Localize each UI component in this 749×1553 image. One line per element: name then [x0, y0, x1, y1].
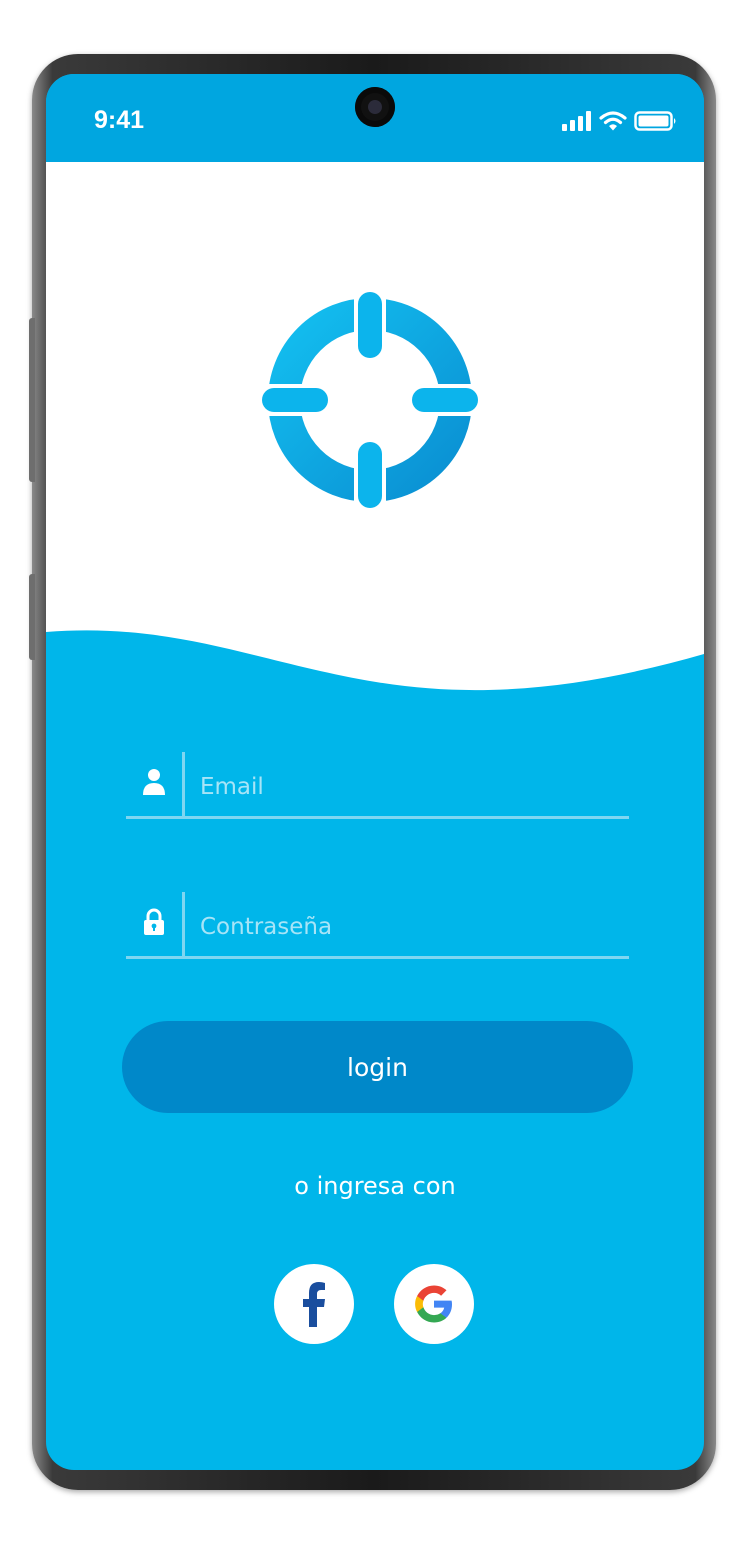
- facebook-icon: [303, 1282, 325, 1327]
- facebook-button[interactable]: [274, 1264, 354, 1344]
- email-divider: [182, 752, 185, 816]
- alt-login-label: o ingresa con: [294, 1172, 456, 1200]
- password-divider: [182, 892, 185, 956]
- password-input[interactable]: [198, 906, 622, 948]
- battery-icon: [634, 111, 676, 131]
- google-button[interactable]: [394, 1264, 474, 1344]
- login-button[interactable]: login: [122, 1021, 633, 1113]
- wifi-icon: [599, 111, 627, 131]
- power-button: [29, 574, 35, 660]
- volume-button: [29, 318, 35, 482]
- app-screen: 9:41 Email login o ingresa con: [46, 74, 704, 1470]
- status-icons: [562, 111, 678, 131]
- email-field: [126, 752, 629, 819]
- crosshair-logo-icon: [262, 292, 478, 508]
- front-camera: [355, 87, 395, 127]
- lock-icon: [144, 908, 164, 935]
- email-input[interactable]: [198, 766, 622, 808]
- google-icon: [415, 1285, 452, 1323]
- signal-icon: [562, 111, 591, 131]
- user-icon: [143, 769, 165, 795]
- password-field: [126, 892, 629, 959]
- status-bar: 9:41: [46, 74, 704, 162]
- status-time: 9:41: [94, 106, 145, 134]
